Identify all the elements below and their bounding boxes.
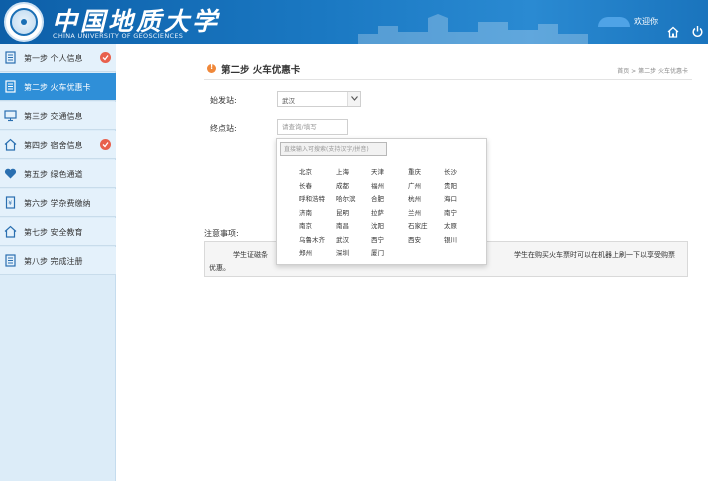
breadcrumb[interactable]: 首页 > 第二步 火车优惠卡 bbox=[617, 66, 688, 75]
sidebar: 第一步 个人信息 第二步 火车优惠卡 第三步 交通信息 第四步 宿舍信息 第五步… bbox=[0, 44, 116, 481]
city-option[interactable]: 深圳 bbox=[336, 247, 349, 257]
city-option[interactable]: 南昌 bbox=[336, 220, 349, 230]
notice-text: 优惠。 bbox=[209, 264, 230, 272]
city-option[interactable]: 拉萨 bbox=[371, 207, 384, 217]
sidebar-item-label: 第五步 绿色通道 bbox=[24, 170, 83, 179]
city-option[interactable]: 海口 bbox=[444, 193, 457, 203]
city-option[interactable]: 贵阳 bbox=[444, 180, 457, 190]
city-option[interactable]: 济南 bbox=[299, 207, 312, 217]
city-option[interactable]: 天津 bbox=[371, 166, 384, 176]
city-search-wrapper bbox=[280, 142, 387, 156]
sidebar-item-label: 第三步 交通信息 bbox=[24, 112, 83, 121]
city-option[interactable]: 太原 bbox=[444, 220, 457, 230]
sidebar-item-label: 第六步 学杂费缴纳 bbox=[24, 199, 91, 208]
city-option[interactable]: 南宁 bbox=[444, 207, 457, 217]
city-search-input[interactable] bbox=[281, 143, 386, 155]
sidebar-item-label: 第八步 完成注册 bbox=[24, 257, 83, 266]
city-option[interactable]: 长沙 bbox=[444, 166, 457, 176]
sidebar-item-train-card[interactable]: 第二步 火车优惠卡 bbox=[0, 73, 116, 101]
avatar[interactable] bbox=[598, 17, 630, 27]
city-option[interactable]: 重庆 bbox=[408, 166, 421, 176]
city-option[interactable]: 呼和浩特 bbox=[299, 193, 325, 203]
start-station-value: 武汉 bbox=[282, 97, 295, 105]
sidebar-item-green-channel[interactable]: 第五步 绿色通道 bbox=[0, 160, 116, 188]
home-icon[interactable] bbox=[667, 26, 679, 38]
heart-icon bbox=[4, 168, 17, 179]
city-option[interactable]: 南京 bbox=[299, 220, 312, 230]
university-emblem-icon bbox=[4, 2, 44, 42]
notice-text: 学生在购买火车票时可以在机器上刷一下以享受购票 bbox=[514, 251, 675, 259]
start-station-label: 始发站: bbox=[210, 96, 237, 105]
city-option[interactable]: 长春 bbox=[299, 180, 312, 190]
page-title: 第二步 火车优惠卡 bbox=[221, 65, 301, 76]
skyline-decoration-icon bbox=[358, 14, 588, 44]
sidebar-item-label: 第四步 宿舍信息 bbox=[24, 141, 83, 150]
city-option[interactable]: 乌鲁木齐 bbox=[299, 234, 325, 244]
sidebar-item-label: 第一步 个人信息 bbox=[24, 54, 83, 63]
city-option[interactable]: 广州 bbox=[408, 180, 421, 190]
start-station-select[interactable]: 武汉 bbox=[277, 91, 361, 107]
city-option[interactable]: 厦门 bbox=[371, 247, 384, 257]
city-option[interactable]: 昆明 bbox=[336, 207, 349, 217]
receipt-icon: ¥ bbox=[5, 196, 16, 209]
city-option[interactable]: 成都 bbox=[336, 180, 349, 190]
header-bar: 中国地质大学 CHINA UNIVERSITY OF GEOSCIENCES 欢… bbox=[0, 0, 708, 44]
document-icon bbox=[5, 51, 16, 64]
check-icon bbox=[100, 52, 111, 63]
info-icon bbox=[207, 63, 216, 73]
sidebar-item-safety-education[interactable]: 第七步 安全教育 bbox=[0, 218, 116, 246]
chevron-down-icon[interactable] bbox=[347, 92, 360, 106]
sidebar-item-transport-info[interactable]: 第三步 交通信息 bbox=[0, 102, 116, 130]
city-option[interactable]: 沈阳 bbox=[371, 220, 384, 230]
end-station-input-wrapper bbox=[277, 119, 348, 135]
sidebar-item-dorm-info[interactable]: 第四步 宿舍信息 bbox=[0, 131, 116, 159]
welcome-text: 欢迎你 bbox=[634, 17, 658, 26]
notice-label: 注意事项: bbox=[204, 229, 239, 238]
city-option[interactable]: 西宁 bbox=[371, 234, 384, 244]
sidebar-item-label: 第七步 安全教育 bbox=[24, 228, 83, 237]
city-option[interactable]: 西安 bbox=[408, 234, 421, 244]
document-icon bbox=[5, 80, 16, 93]
svg-text:¥: ¥ bbox=[8, 200, 12, 207]
city-option[interactable]: 郑州 bbox=[299, 247, 312, 257]
notice-text: 学生证磁条 bbox=[233, 251, 268, 259]
home-icon bbox=[4, 225, 17, 238]
home-icon bbox=[4, 138, 17, 151]
city-option[interactable]: 石家庄 bbox=[408, 220, 428, 230]
end-station-label: 终点站: bbox=[210, 124, 237, 133]
city-option[interactable]: 银川 bbox=[444, 234, 457, 244]
city-option[interactable]: 合肥 bbox=[371, 193, 384, 203]
city-option[interactable]: 兰州 bbox=[408, 207, 421, 217]
sidebar-item-label: 第二步 火车优惠卡 bbox=[24, 83, 91, 92]
city-option[interactable]: 杭州 bbox=[408, 193, 421, 203]
monitor-icon bbox=[4, 110, 17, 122]
logo-subtitle: CHINA UNIVERSITY OF GEOSCIENCES bbox=[53, 32, 184, 40]
city-option[interactable]: 上海 bbox=[336, 166, 349, 176]
city-option[interactable]: 北京 bbox=[299, 166, 312, 176]
city-option[interactable]: 哈尔滨 bbox=[336, 193, 356, 203]
end-station-input[interactable] bbox=[278, 120, 347, 134]
sidebar-item-personal-info[interactable]: 第一步 个人信息 bbox=[0, 44, 116, 72]
sidebar-item-fee-payment[interactable]: ¥ 第六步 学杂费缴纳 bbox=[0, 189, 116, 217]
power-icon[interactable] bbox=[691, 25, 704, 38]
check-icon bbox=[100, 139, 111, 150]
city-picker-popup: 北京 上海 天津 重庆 长沙长春 成都 福州 广州 贵阳呼和浩特 哈尔滨 合肥 杭州 海口济南 昆明 拉萨 兰… bbox=[276, 138, 487, 265]
city-option[interactable]: 武汉 bbox=[336, 234, 349, 244]
city-option[interactable]: 福州 bbox=[371, 180, 384, 190]
sidebar-item-complete-registration[interactable]: 第八步 完成注册 bbox=[0, 247, 116, 275]
panel-header: 第二步 火车优惠卡 首页 > 第二步 火车优惠卡 bbox=[204, 58, 692, 80]
document-icon bbox=[5, 254, 16, 267]
